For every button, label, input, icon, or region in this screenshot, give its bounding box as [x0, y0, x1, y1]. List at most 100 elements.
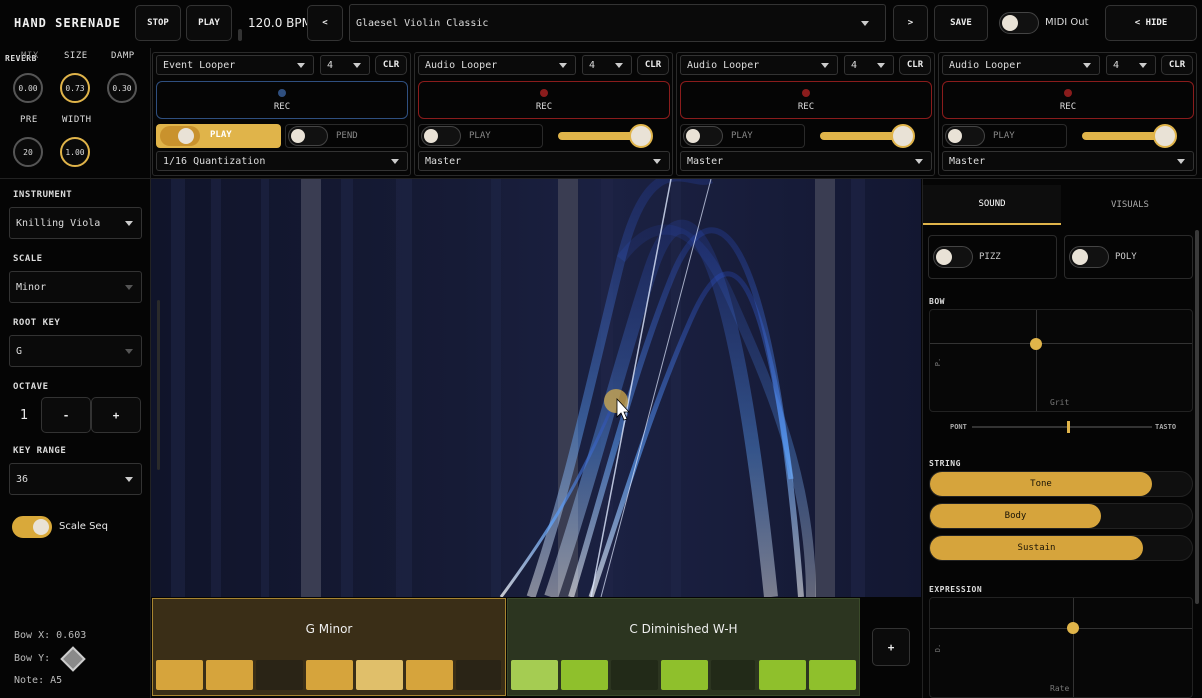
looper-clear-button[interactable]: CLR: [1161, 55, 1193, 75]
visualizer-scroll-track[interactable]: [157, 300, 160, 470]
scale-step[interactable]: [561, 660, 608, 690]
looper-clear-button[interactable]: CLR: [637, 55, 669, 75]
bpm-drag-handle[interactable]: [238, 29, 242, 41]
next-preset-button[interactable]: >: [893, 5, 928, 41]
slider-thumb[interactable]: [629, 124, 653, 148]
looper-type-select[interactable]: Audio Looper: [680, 55, 838, 75]
slider-thumb[interactable]: [1153, 124, 1177, 148]
play-label: PLAY: [731, 131, 753, 141]
chevron-down-icon: [821, 63, 829, 68]
chevron-down-icon: [1177, 159, 1185, 164]
reverb-mix-knob[interactable]: 0.00: [13, 73, 43, 103]
octave-minus-button[interactable]: -: [41, 397, 91, 433]
pad-h-line: [930, 628, 1192, 629]
tone-slider[interactable]: Tone: [929, 471, 1193, 497]
reverb-size-knob[interactable]: 0.73: [60, 73, 90, 103]
looper-pend-toggle[interactable]: PEND: [285, 124, 408, 148]
tab-visuals[interactable]: VISUALS: [1061, 185, 1199, 225]
scale-step[interactable]: [306, 660, 353, 690]
key-range-select[interactable]: 36: [9, 463, 142, 495]
right-panel-scrollbar[interactable]: [1195, 230, 1199, 604]
scale-step[interactable]: [206, 660, 253, 690]
body-slider[interactable]: Body: [929, 503, 1193, 529]
looper-play-toggle[interactable]: PLAY: [680, 124, 805, 148]
slider-thumb[interactable]: [891, 124, 915, 148]
reverb-damp-knob[interactable]: 0.30: [107, 73, 137, 103]
looper-type-select[interactable]: Event Looper: [156, 55, 314, 75]
sustain-slider[interactable]: Sustain: [929, 535, 1193, 561]
play-switch: [683, 126, 723, 146]
record-dot-icon: [1064, 88, 1072, 97]
poly-toggle[interactable]: POLY: [1064, 235, 1193, 279]
visualizer-canvas[interactable]: [151, 179, 921, 597]
scale-label: SCALE: [13, 254, 43, 264]
play-label: PLAY: [993, 131, 1015, 141]
stop-button[interactable]: STOP: [135, 5, 181, 41]
looper-clear-button[interactable]: CLR: [899, 55, 931, 75]
looper-bars-select[interactable]: 4: [582, 55, 632, 75]
looper-rec-button[interactable]: REC: [942, 81, 1194, 119]
octave-plus-button[interactable]: +: [91, 397, 141, 433]
scale-step[interactable]: [256, 660, 303, 690]
looper-quantization-select[interactable]: 1/16 Quantization: [156, 151, 408, 171]
scale-step[interactable]: [611, 660, 658, 690]
looper-rec-button[interactable]: REC: [680, 81, 932, 119]
looper-type-select[interactable]: Audio Looper: [942, 55, 1100, 75]
root-key-select[interactable]: G: [9, 335, 142, 367]
looper-play-toggle[interactable]: PLAY: [942, 124, 1067, 148]
scale-step[interactable]: [711, 660, 755, 690]
pizz-toggle[interactable]: PIZZ: [928, 235, 1057, 279]
expression-pad-handle[interactable]: [1067, 622, 1079, 634]
expression-xy-pad[interactable]: Rate D.: [929, 597, 1193, 698]
scale-step[interactable]: [456, 660, 501, 690]
midi-out-toggle[interactable]: [999, 12, 1039, 34]
chevron-down-icon: [353, 63, 361, 68]
scale-step[interactable]: [156, 660, 203, 690]
looper-type-select[interactable]: Audio Looper: [418, 55, 576, 75]
looper-route-select[interactable]: Master: [942, 151, 1194, 171]
scale-step[interactable]: [406, 660, 453, 690]
scale-seq-toggle[interactable]: [12, 516, 52, 538]
preset-select[interactable]: Glaesel Violin Classic: [349, 4, 886, 42]
chevron-down-icon: [125, 285, 133, 290]
looper-route-select[interactable]: Master: [418, 151, 670, 171]
looper-play-toggle[interactable]: PLAY: [418, 124, 543, 148]
save-button[interactable]: SAVE: [934, 5, 988, 41]
looper-bars-select[interactable]: 4: [844, 55, 894, 75]
looper-level-slider[interactable]: [820, 124, 915, 148]
scale-step[interactable]: [809, 660, 856, 690]
pend-switch: [288, 126, 328, 146]
scale-select[interactable]: Minor: [9, 271, 142, 303]
looper-level-slider[interactable]: [1082, 124, 1177, 148]
looper-bars-select[interactable]: 4: [1106, 55, 1156, 75]
looper-play-toggle[interactable]: PLAY: [156, 124, 281, 148]
looper-route-select[interactable]: Master: [680, 151, 932, 171]
bow-axis-x-label: Grit: [1050, 398, 1070, 407]
prev-preset-button[interactable]: <: [307, 5, 343, 41]
scale-step[interactable]: [356, 660, 403, 690]
looper-clear-button[interactable]: CLR: [375, 55, 407, 75]
hide-button[interactable]: < HIDE: [1105, 5, 1197, 41]
reverb-pre-knob[interactable]: 20: [13, 137, 43, 167]
pend-label: PEND: [336, 131, 358, 141]
looper-rec-button[interactable]: REC: [418, 81, 670, 119]
instrument-select[interactable]: Knilling Viola: [9, 207, 142, 239]
pont-tasto-slider[interactable]: [972, 421, 1152, 433]
add-scale-button[interactable]: +: [872, 628, 910, 666]
reverb-width-knob[interactable]: 1.00: [60, 137, 90, 167]
looper-level-slider[interactable]: [558, 124, 653, 148]
bow-axis-y-label: P.: [934, 357, 943, 367]
scale-step[interactable]: [661, 660, 708, 690]
slider-thumb[interactable]: [1067, 421, 1070, 433]
looper-bars-select[interactable]: 4: [320, 55, 370, 75]
bow-xy-pad[interactable]: Grit P.: [929, 309, 1193, 412]
tab-sound[interactable]: SOUND: [923, 185, 1061, 225]
bow-pad-handle[interactable]: [1030, 338, 1042, 350]
bpm-display[interactable]: 120.0 BPM: [248, 16, 312, 30]
looper-rec-button[interactable]: REC: [156, 81, 408, 119]
chevron-down-icon: [125, 221, 133, 226]
play-button[interactable]: PLAY: [186, 5, 232, 41]
scale-step[interactable]: [759, 660, 806, 690]
scale-step[interactable]: [511, 660, 558, 690]
looper-bars: 4: [327, 59, 334, 71]
